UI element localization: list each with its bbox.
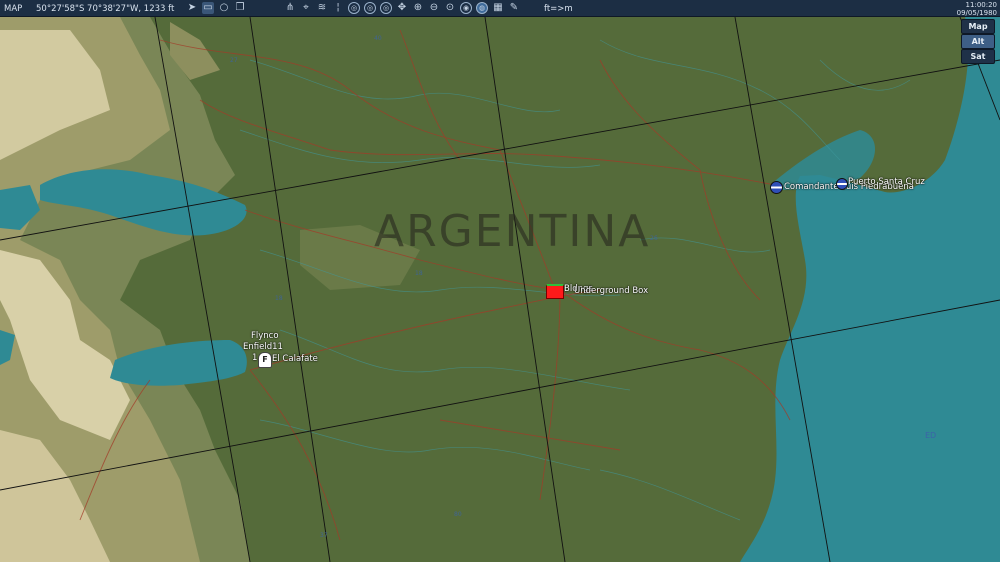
svg-text:18: 18 — [415, 270, 423, 277]
range-ring-icon[interactable]: ◎ — [348, 2, 360, 14]
unit-puerto-label[interactable]: Puerto Santa Cruz — [848, 177, 925, 187]
copy-icon[interactable]: ❐ — [234, 2, 246, 14]
units-toggle[interactable]: ft=>m — [544, 4, 573, 14]
radar-icon[interactable]: ◉ — [460, 2, 472, 14]
move-icon[interactable]: ✥ — [396, 2, 408, 14]
unit-underground-label[interactable]: Underground Box — [574, 286, 648, 296]
map-type-sat-button[interactable]: Sat — [961, 49, 995, 64]
unit-flynco-label[interactable]: Flynco — [251, 331, 279, 341]
wifi-icon[interactable]: ≋ — [316, 2, 328, 14]
unit-calafate-prefix: 1 — [252, 353, 258, 363]
grid-icon[interactable]: ▦ — [492, 2, 504, 14]
thermometer-icon[interactable]: ¦ — [332, 2, 344, 14]
country-label: ARGENTINA — [374, 206, 651, 257]
circle-icon[interactable]: ○ — [218, 2, 230, 14]
map-type-alt-button[interactable]: Alt — [961, 34, 995, 49]
svg-text:37: 37 — [320, 532, 328, 539]
pencil-icon[interactable]: ✎ — [508, 2, 520, 14]
nav-arrow-icon[interactable]: ➤ — [186, 2, 198, 14]
unit-calafate-label[interactable]: El Calafate — [272, 354, 318, 364]
cursor-coordinates: 50°27'58"S 70°38'27"W, 1233 ft — [36, 4, 175, 14]
map-mode-label: MAP — [4, 4, 23, 14]
game-clock: 11:00:20 09/05/1980 — [957, 1, 997, 17]
network-icon[interactable]: ⋔ — [284, 2, 296, 14]
svg-text:18: 18 — [275, 295, 283, 302]
unit-enfield-label[interactable]: Enfield11 — [243, 342, 283, 352]
globe-icon[interactable]: ◍ — [476, 2, 488, 14]
zoom-area-icon[interactable]: ⊙ — [444, 2, 456, 14]
svg-text:27: 27 — [230, 57, 238, 64]
map-type-map-button[interactable]: Map — [961, 19, 995, 34]
svg-text:26: 26 — [650, 235, 658, 242]
grid-label-ed: ED — [925, 431, 937, 440]
target-icon[interactable]: ⌖ — [300, 2, 312, 14]
bunker-marker-icon[interactable] — [546, 284, 564, 299]
range-ring-3-icon[interactable]: ◎ — [380, 2, 392, 14]
range-ring-2-icon[interactable]: ◎ — [364, 2, 376, 14]
airbase-marker-icon[interactable]: F — [258, 352, 272, 368]
clock-time: 11:00:20 — [965, 1, 997, 9]
svg-text:40: 40 — [374, 35, 382, 42]
tag-icon[interactable]: ▭ — [202, 2, 214, 14]
top-toolbar: MAP 50°27'58"S 70°38'27"W, 1233 ft ➤ ▭ ○… — [0, 0, 1000, 17]
port-marker-icon[interactable] — [770, 181, 783, 194]
clock-date: 09/05/1980 — [956, 9, 997, 17]
zoom-in-icon[interactable]: ⊕ — [412, 2, 424, 14]
port-marker-2-icon[interactable] — [836, 178, 848, 190]
svg-text:80: 80 — [454, 511, 462, 518]
zoom-out-icon[interactable]: ⊖ — [428, 2, 440, 14]
map-view[interactable]: 40 27 26 18 18 80 37 — [0, 17, 1000, 562]
